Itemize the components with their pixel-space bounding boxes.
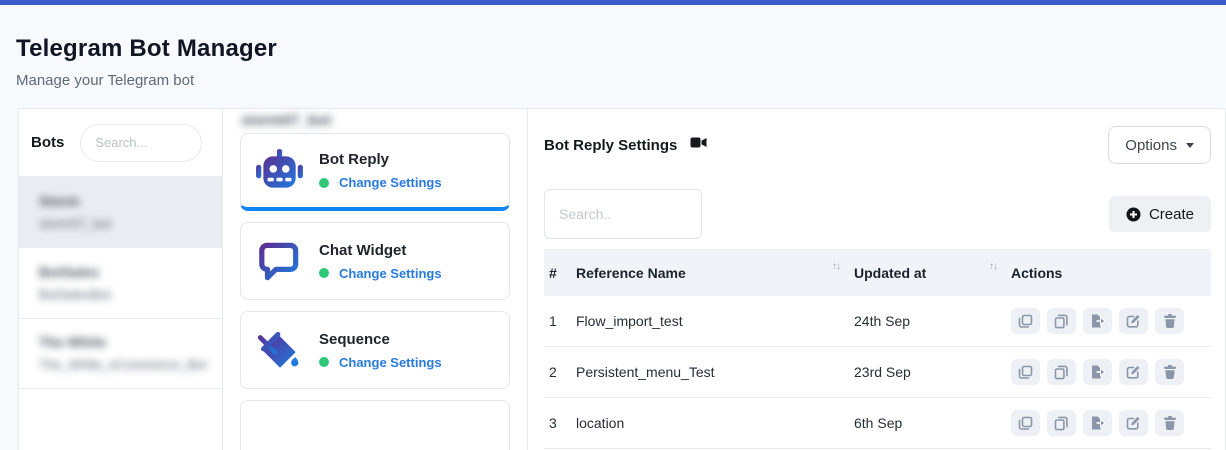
change-settings-link[interactable]: Change Settings — [339, 266, 442, 281]
column-header-updated-at: Updated at — [854, 265, 926, 281]
feature-cards: Bot Reply Change Settings Chat Widget Ch… — [223, 131, 527, 450]
video-camera-icon — [690, 136, 707, 154]
bot-username: storm07_bot — [39, 216, 222, 231]
copy-action-button[interactable] — [1011, 359, 1040, 385]
table-header-row: # Reference Name ↑↓ Updated at ↑↓ Action… — [544, 249, 1211, 296]
feature-card-label: Bot Reply — [319, 151, 442, 168]
change-settings-link[interactable]: Change Settings — [339, 175, 442, 190]
table-row: 3 location 6th Sep — [544, 398, 1211, 449]
feature-card-partial[interactable] — [240, 400, 510, 450]
bots-search-input[interactable] — [80, 124, 202, 162]
options-button-label: Options — [1125, 137, 1177, 154]
edit-action-button[interactable] — [1119, 410, 1148, 436]
bot-name: Storm — [39, 193, 222, 209]
delete-action-button[interactable] — [1155, 308, 1184, 334]
row-number: 1 — [549, 313, 576, 329]
feature-card-label: Chat Widget — [319, 242, 442, 259]
page-header: Telegram Bot Manager Manage your Telegra… — [0, 5, 1226, 89]
bot-username: The_White_eCommerce_Bot — [39, 357, 222, 372]
settings-column: Bot Reply Settings Options Create # — [528, 109, 1225, 450]
row-number: 3 — [549, 415, 576, 431]
updated-at-cell: 23rd Sep — [854, 364, 1011, 380]
options-button[interactable]: Options — [1108, 126, 1211, 164]
robot-icon — [253, 145, 305, 197]
status-dot — [319, 268, 329, 278]
bot-username: BotSalesBot — [39, 287, 222, 302]
updated-at-cell: 6th Sep — [854, 415, 1011, 431]
change-settings-link[interactable]: Change Settings — [339, 355, 442, 370]
bot-list-item[interactable]: BotSales BotSalesBot — [19, 248, 222, 319]
reference-name-cell: Flow_import_test — [576, 313, 854, 329]
bot-name: BotSales — [39, 264, 222, 280]
feature-card-bot-reply[interactable]: Bot Reply Change Settings — [240, 133, 510, 211]
delete-action-button[interactable] — [1155, 410, 1184, 436]
reference-search-input[interactable] — [544, 189, 702, 239]
feature-card-sequence[interactable]: Sequence Change Settings — [240, 311, 510, 389]
edit-action-button[interactable] — [1119, 359, 1148, 385]
copy-action-button[interactable] — [1011, 308, 1040, 334]
settings-header: Bot Reply Settings Options — [544, 126, 1211, 164]
delete-action-button[interactable] — [1155, 359, 1184, 385]
table-row: 1 Flow_import_test 24th Sep — [544, 296, 1211, 347]
features-column: storm07_bot Bot Reply Change Settings — [223, 109, 528, 450]
feature-card-label: Sequence — [319, 331, 442, 348]
copy-action-button[interactable] — [1011, 410, 1040, 436]
reference-name-cell: location — [576, 415, 854, 431]
features-header: storm07_bot — [223, 109, 527, 131]
table-row: 2 Persistent_menu_Test 23rd Sep — [544, 347, 1211, 398]
create-button[interactable]: Create — [1109, 196, 1211, 232]
updated-at-cell: 24th Sep — [854, 313, 1011, 329]
edit-action-button[interactable] — [1119, 308, 1148, 334]
status-dot — [319, 357, 329, 367]
feature-card-chat-widget[interactable]: Chat Widget Change Settings — [240, 222, 510, 300]
selected-bot-title: storm07_bot — [241, 112, 331, 129]
row-number: 2 — [549, 364, 576, 380]
chat-bubble-icon — [253, 235, 305, 287]
plus-circle-icon — [1126, 207, 1141, 222]
export-action-button[interactable] — [1083, 410, 1112, 436]
bot-list-item[interactable] — [19, 389, 222, 450]
chevron-down-icon — [1186, 143, 1194, 148]
paint-bucket-icon — [253, 324, 305, 376]
reference-name-cell: Persistent_menu_Test — [576, 364, 854, 380]
export-action-button[interactable] — [1083, 308, 1112, 334]
column-header-reference-name: Reference Name — [576, 265, 686, 281]
settings-toolbar: Create — [544, 189, 1211, 239]
main-panel: Bots Storm storm07_bot BotSales BotSales… — [18, 108, 1226, 450]
bot-list-item[interactable]: Storm storm07_bot — [19, 177, 222, 248]
status-dot — [319, 178, 329, 188]
page-title: Telegram Bot Manager — [16, 35, 1226, 63]
export-action-button[interactable] — [1083, 359, 1112, 385]
bots-title: Bots — [31, 134, 64, 151]
bot-list-item[interactable]: The White The_White_eCommerce_Bot — [19, 319, 222, 390]
column-header-actions: Actions — [1011, 265, 1211, 281]
create-button-label: Create — [1149, 206, 1194, 223]
bots-header: Bots — [19, 109, 222, 177]
settings-title: Bot Reply Settings — [544, 137, 677, 154]
bot-name: The White — [39, 334, 222, 350]
duplicate-action-button[interactable] — [1047, 308, 1076, 334]
duplicate-action-button[interactable] — [1047, 359, 1076, 385]
column-header-num: # — [549, 265, 576, 281]
duplicate-action-button[interactable] — [1047, 410, 1076, 436]
sort-icon[interactable]: ↑↓ — [832, 261, 840, 272]
reference-table: # Reference Name ↑↓ Updated at ↑↓ Action… — [544, 249, 1211, 449]
sort-icon[interactable]: ↑↓ — [989, 261, 997, 272]
bots-sidebar: Bots Storm storm07_bot BotSales BotSales… — [19, 109, 223, 450]
page-subtitle: Manage your Telegram bot — [16, 72, 1226, 89]
